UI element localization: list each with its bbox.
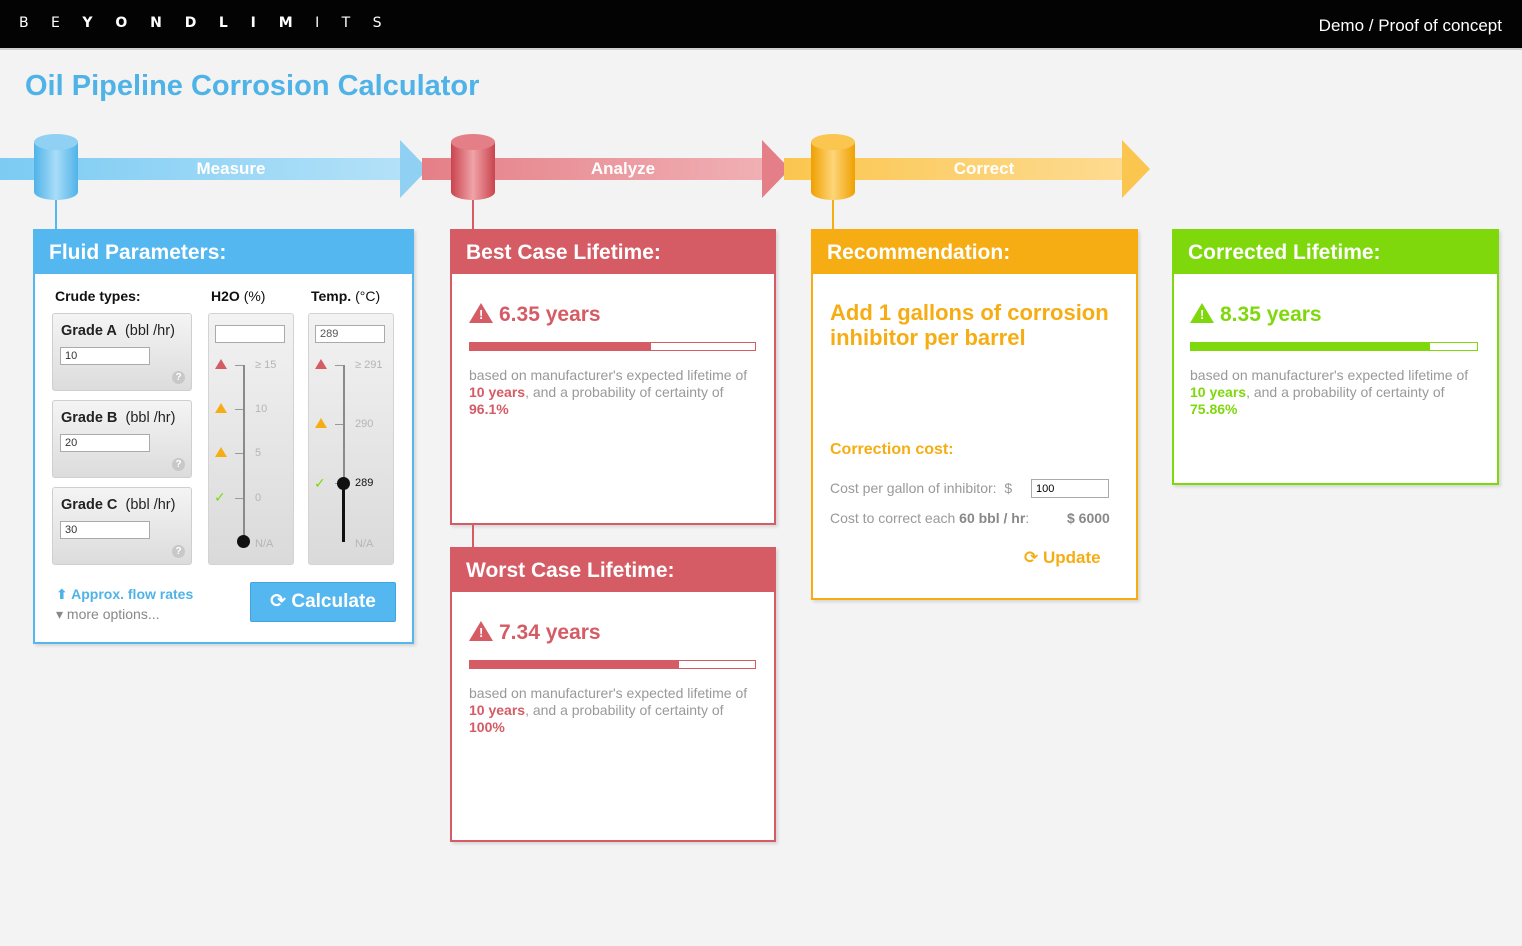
temp-slider-track[interactable] xyxy=(343,365,345,485)
grade-c-input[interactable] xyxy=(60,521,150,539)
temp-tick-label: 289 xyxy=(355,477,374,489)
cost-per-gallon-input[interactable] xyxy=(1031,479,1109,498)
corrected-lifetime-description: based on manufacturer's expected lifetim… xyxy=(1190,367,1469,417)
temp-tick-label: N/A xyxy=(355,538,374,550)
temp-header: Temp. (°C) xyxy=(311,288,381,304)
corrected-lifetime-value: ! 8.35 years xyxy=(1190,303,1322,327)
warning-icon xyxy=(215,447,227,457)
page-title: Oil Pipeline Corrosion Calculator xyxy=(25,70,480,102)
fluid-parameters-title: Fluid Parameters: xyxy=(35,231,412,274)
help-icon[interactable]: ? xyxy=(172,545,185,558)
grade-a-label: Grade A (bbl /hr) xyxy=(61,323,175,339)
grade-b-input[interactable] xyxy=(60,434,150,452)
h2o-header: H2O (%) xyxy=(211,288,266,304)
grade-b-label: Grade B (bbl /hr) xyxy=(61,410,176,426)
grade-a-input[interactable] xyxy=(60,347,150,365)
help-icon[interactable]: ? xyxy=(172,458,185,471)
h2o-tick-label: 10 xyxy=(255,403,268,415)
h2o-tick-label: 5 xyxy=(255,447,262,459)
warning-icon xyxy=(315,418,327,428)
worst-case-description: based on manufacturer's expected lifetim… xyxy=(469,685,748,735)
temp-input[interactable] xyxy=(315,325,385,343)
warning-icon: ! xyxy=(469,621,493,641)
more-options-link[interactable]: ▾ more options... xyxy=(56,606,160,623)
recommendation-title: Recommendation: xyxy=(813,231,1136,274)
h2o-slider-track[interactable] xyxy=(243,365,245,542)
worst-case-value: ! 7.34 years xyxy=(469,621,601,645)
worst-case-title: Worst Case Lifetime: xyxy=(452,549,774,592)
h2o-tick-label: 0 xyxy=(255,492,262,504)
best-case-title: Best Case Lifetime: xyxy=(452,231,774,274)
grade-c-label: Grade C (bbl /hr) xyxy=(61,497,176,513)
refresh-icon: ⟳ xyxy=(1024,548,1039,567)
best-case-bar xyxy=(469,342,756,351)
help-icon[interactable]: ? xyxy=(172,371,185,384)
best-case-value: ! 6.35 years xyxy=(469,303,601,327)
best-case-description: based on manufacturer's expected lifetim… xyxy=(469,367,748,417)
recommendation-panel: Recommendation: xyxy=(811,229,1138,600)
update-button[interactable]: ⟳ Update xyxy=(1024,548,1101,568)
arrow-up-icon: ⬆ xyxy=(56,586,68,602)
recommendation-text: Add 1 gallons of corrosion inhibitor per… xyxy=(830,300,1109,350)
worst-case-bar xyxy=(469,660,756,669)
warning-icon: ! xyxy=(1190,303,1214,323)
warning-icon xyxy=(215,403,227,413)
corrected-lifetime-bar xyxy=(1190,342,1478,351)
h2o-slider-handle[interactable] xyxy=(237,535,250,548)
temp-tick-label: ≥ 291 xyxy=(355,359,383,371)
refresh-icon: ⟳ xyxy=(270,591,287,612)
warning-icon xyxy=(215,359,227,369)
temp-tick-label: 290 xyxy=(355,418,374,430)
analyze-cylinder-icon xyxy=(451,134,495,202)
grade-b-card: Grade B (bbl /hr) ? xyxy=(52,400,192,478)
h2o-slider-box xyxy=(208,313,294,565)
top-bar: B E Y O N D L I M I T S Demo / Proof of … xyxy=(0,0,1522,50)
grade-c-card: Grade C (bbl /hr) ? xyxy=(52,487,192,565)
temp-slider-fill xyxy=(342,484,345,542)
correction-cost-title: Correction cost: xyxy=(830,441,954,458)
cost-per-gallon-label: Cost per gallon of inhibitor: $ xyxy=(830,480,1013,496)
crude-types-header: Crude types: xyxy=(55,288,141,304)
measure-cylinder-icon xyxy=(34,134,78,202)
h2o-tick-label: ≥ 15 xyxy=(255,359,277,371)
cost-to-correct-label: Cost to correct each 60 bbl / hr: xyxy=(830,510,1030,526)
check-icon: ✓ xyxy=(214,489,226,505)
demo-subtitle: Demo / Proof of concept xyxy=(1318,16,1502,35)
corrected-lifetime-title: Corrected Lifetime: xyxy=(1174,231,1497,274)
check-icon: ✓ xyxy=(314,475,326,491)
warning-icon xyxy=(315,359,327,369)
calculate-button[interactable]: ⟳ Calculate xyxy=(250,582,396,622)
h2o-tick-label: N/A xyxy=(255,538,274,550)
cost-to-correct-value: $ 6000 xyxy=(1067,510,1110,526)
approx-flow-rates-link[interactable]: ⬆ Approx. flow rates xyxy=(56,586,193,603)
corrected-lifetime-panel: Corrected Lifetime: xyxy=(1172,229,1499,485)
brand-logo: B E Y O N D L I M I T S xyxy=(19,15,391,31)
warning-icon: ! xyxy=(469,303,493,323)
correct-cylinder-icon xyxy=(811,134,855,202)
h2o-input[interactable] xyxy=(215,325,285,343)
temp-slider-handle[interactable] xyxy=(337,477,350,490)
temp-slider-box xyxy=(308,313,394,565)
grade-a-card: Grade A (bbl /hr) ? xyxy=(52,313,192,391)
